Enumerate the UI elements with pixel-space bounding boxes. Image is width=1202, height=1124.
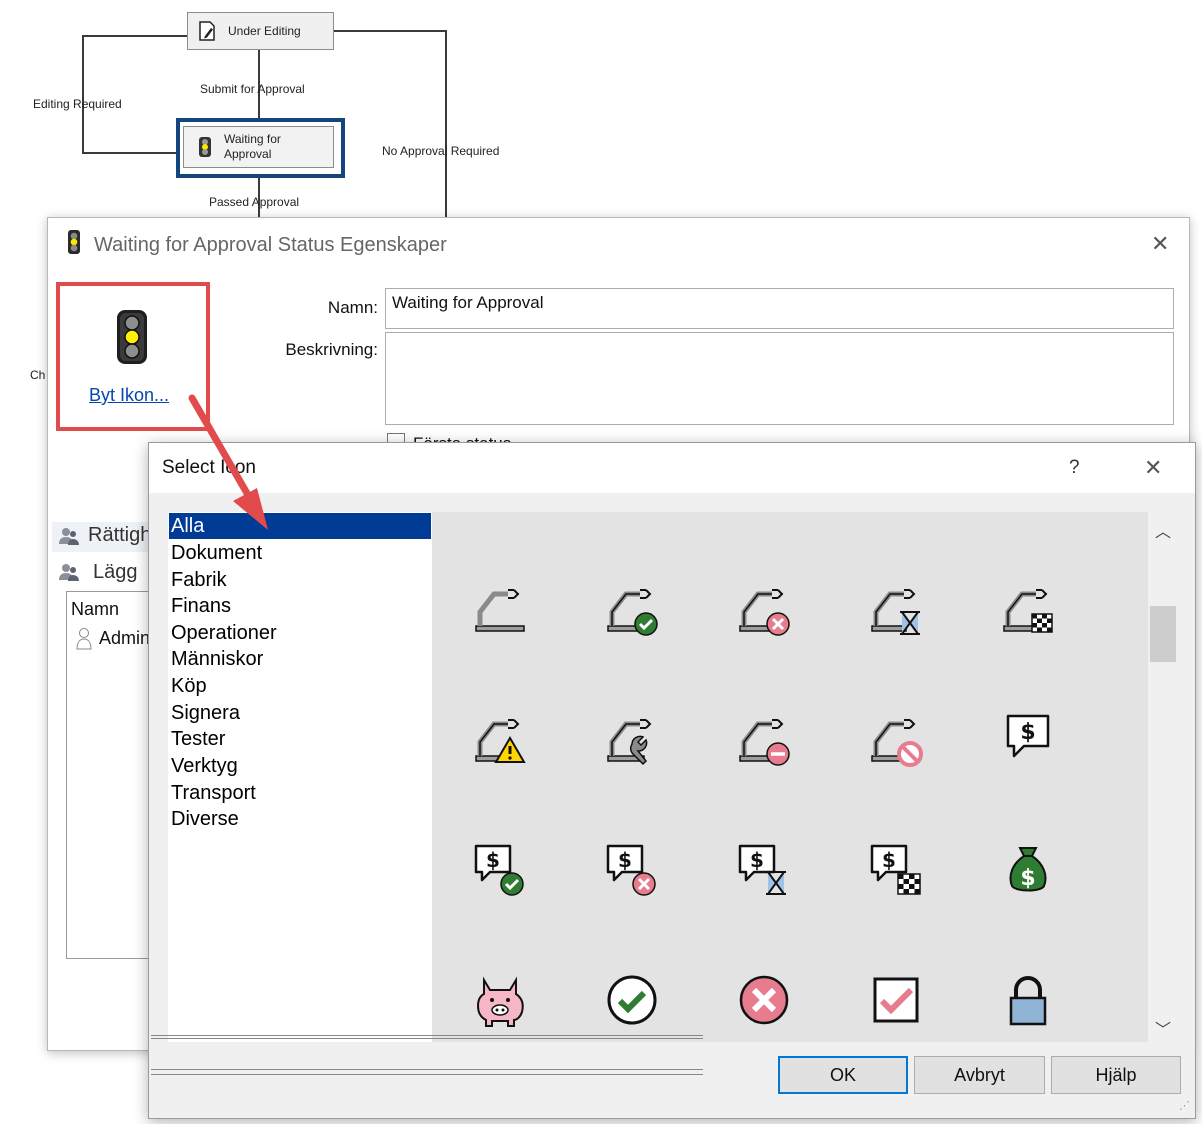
annotation-arrow (188, 394, 268, 530)
